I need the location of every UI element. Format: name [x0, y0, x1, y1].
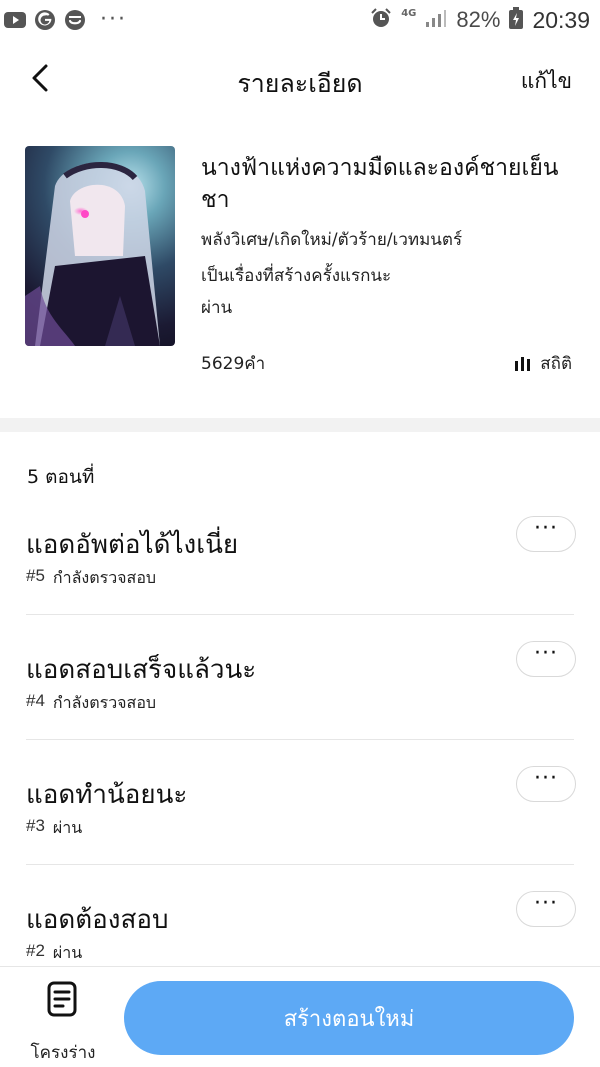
story-genres: พลังวิเศษ/เกิดใหม่/ตัวร้าย/เวทมนตร์	[201, 230, 463, 250]
more-icon: ···	[534, 766, 558, 791]
status-bar: ··· 4G 82% 20:39	[0, 0, 600, 40]
story-card: นางฟ้าแห่งความมืดและองค์ชายเย็นชา พลังวิ…	[0, 114, 600, 418]
episode-meta: #3 ผ่าน	[26, 816, 82, 841]
bottom-bar: โครงร่าง สร้างตอนใหม่	[0, 966, 600, 1067]
story-status: ผ่าน	[201, 298, 233, 318]
episode-status: ผ่าน	[52, 818, 83, 837]
network-type: 4G	[401, 7, 417, 19]
outline-label: โครงร่าง	[30, 1043, 96, 1063]
create-episode-button[interactable]: สร้างตอนใหม่	[124, 981, 574, 1055]
episode-title: แอดทำน้อยนะ	[26, 780, 188, 810]
status-bar-system: 4G 82% 20:39	[370, 7, 590, 34]
story-description: เป็นเรื่องที่สร้างครั้งแรกนะ	[201, 266, 392, 286]
cover-image[interactable]	[25, 146, 175, 346]
document-icon	[47, 981, 77, 1017]
stats-button[interactable]: สถิติ	[514, 350, 572, 377]
episode-meta: #5 กำลังตรวจสอบ	[26, 566, 156, 591]
battery-icon	[509, 7, 524, 33]
more-icon: ···	[534, 891, 558, 916]
battery-percent: 82%	[456, 7, 501, 32]
word-count: 5629คำ	[201, 354, 266, 374]
episode-item[interactable]: แอดอัพต่อได้ไงเนี่ย #5 กำลังตรวจสอบ ···	[26, 490, 576, 615]
episode-more-button[interactable]: ···	[516, 641, 576, 677]
episode-status: กำลังตรวจสอบ	[52, 693, 157, 712]
episode-status: ผ่าน	[52, 943, 83, 962]
more-notifications-icon: ···	[100, 7, 127, 32]
youtube-icon	[4, 9, 26, 31]
episode-number: #5	[26, 566, 45, 585]
episode-item[interactable]: แอดทำน้อยนะ #3 ผ่าน ···	[26, 740, 576, 865]
episode-title: แอดอัพต่อได้ไงเนี่ย	[26, 530, 239, 560]
episode-more-button[interactable]: ···	[516, 891, 576, 927]
episode-item[interactable]: แอดสอบเสร็จแล้วนะ #4 กำลังตรวจสอบ ···	[26, 615, 576, 740]
section-divider	[0, 418, 600, 432]
stats-label: สถิติ	[540, 354, 572, 374]
episode-more-button[interactable]: ···	[516, 516, 576, 552]
episode-meta: #4 กำลังตรวจสอบ	[26, 691, 156, 716]
episode-number: #2	[26, 941, 45, 960]
more-icon: ···	[534, 516, 558, 541]
story-title: นางฟ้าแห่งความมืดและองค์ชายเย็นชา	[201, 155, 559, 213]
episode-number: #3	[26, 816, 45, 835]
episode-list: แอดอัพต่อได้ไงเนี่ย #5 กำลังตรวจสอบ ··· …	[0, 490, 600, 990]
episode-title: แอดต้องสอบ	[26, 905, 169, 935]
edit-button[interactable]: แก้ไข	[521, 65, 572, 98]
bar-chart-icon	[515, 356, 531, 371]
status-bar-apps: ···	[4, 9, 127, 31]
episode-number: #4	[26, 691, 45, 710]
signal-icon	[425, 8, 447, 32]
google-icon	[34, 9, 56, 31]
page-title: รายละเอียด	[237, 69, 363, 98]
smile-app-icon	[64, 9, 86, 31]
episode-status: กำลังตรวจสอบ	[52, 568, 157, 587]
episode-count: 5 ตอนที่	[27, 466, 95, 488]
outline-tab[interactable]: โครงร่าง	[18, 979, 108, 1063]
clock: 20:39	[532, 6, 590, 33]
episode-meta: #2 ผ่าน	[26, 941, 82, 966]
top-nav: รายละเอียด แก้ไข	[0, 44, 600, 114]
episode-title: แอดสอบเสร็จแล้วนะ	[26, 655, 257, 685]
alarm-icon	[370, 7, 392, 33]
episode-more-button[interactable]: ···	[516, 766, 576, 802]
more-icon: ···	[534, 641, 558, 666]
cover-illustration	[25, 162, 160, 346]
